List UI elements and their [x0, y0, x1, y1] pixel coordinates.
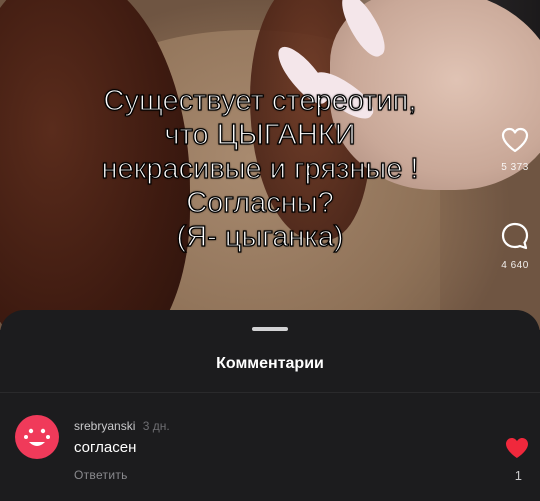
video-caption: Существует стереотип, что ЦЫГАНКИ некрас… — [40, 84, 480, 254]
video-player[interactable]: Существует стереотип, что ЦЫГАНКИ некрас… — [0, 0, 540, 330]
heart-outline-icon — [487, 126, 540, 154]
caption-line: (Я- цыганка) — [176, 220, 344, 253]
avatar[interactable] — [15, 415, 59, 459]
sheet-drag-handle[interactable] — [252, 327, 288, 331]
comments-sheet: Комментарии srebryanski 3 дн. согласен О… — [0, 310, 540, 501]
like-comment-button[interactable] — [505, 437, 529, 459]
open-comments-button[interactable]: 4 640 — [487, 220, 540, 271]
caption-line: Существует стереотип, — [103, 84, 417, 117]
comment-text: согласен — [74, 439, 137, 456]
sheet-title: Комментарии — [216, 355, 324, 372]
comment-author[interactable]: srebryanski — [74, 419, 135, 433]
comment-item: srebryanski 3 дн. согласен Ответить 1 — [0, 410, 540, 500]
reply-button[interactable]: Ответить — [74, 468, 128, 482]
divider — [0, 392, 540, 393]
comments-count: 4 640 — [501, 260, 529, 271]
caption-line: что ЦЫГАНКИ — [164, 118, 356, 151]
comment-likes-count: 1 — [514, 468, 522, 483]
comment-time: 3 дн. — [142, 419, 170, 433]
caption-line: Согласны? — [186, 186, 335, 219]
likes-count: 5 373 — [501, 162, 529, 173]
heart-filled-icon — [505, 438, 529, 463]
caption-line: некрасивые и грязные ! — [101, 152, 419, 185]
comment-meta: srebryanski 3 дн. — [74, 419, 170, 433]
speech-bubble-icon — [487, 220, 540, 252]
like-video-button[interactable]: 5 373 — [487, 126, 540, 173]
